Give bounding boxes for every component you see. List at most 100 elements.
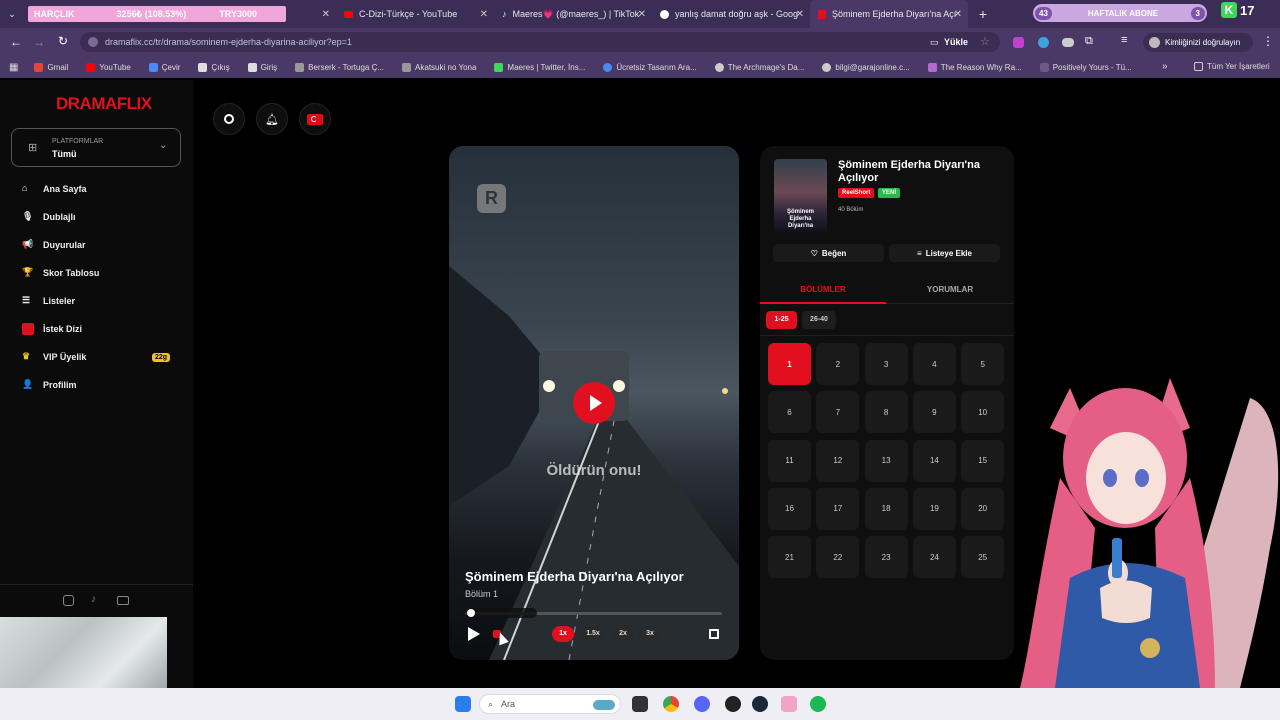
extension-icon-3[interactable] bbox=[1062, 38, 1074, 47]
app-icon[interactable] bbox=[781, 696, 797, 712]
episode-button[interactable]: 14 bbox=[912, 439, 956, 482]
episode-button[interactable]: 2 bbox=[816, 343, 860, 385]
nav-istek-dizi[interactable]: İstek Dizi bbox=[22, 323, 82, 335]
episode-button[interactable]: 8 bbox=[864, 391, 908, 434]
bookmark-archmage[interactable]: The Archmage's Da... bbox=[714, 62, 804, 72]
apps-grid-icon[interactable]: ▦ bbox=[9, 62, 18, 73]
close-icon[interactable]: ✕ bbox=[480, 9, 488, 20]
forward-icon[interactable]: → bbox=[33, 35, 45, 49]
episode-button[interactable]: 7 bbox=[816, 391, 860, 434]
bookmark-giris[interactable]: Giriş bbox=[247, 62, 277, 72]
episode-button[interactable]: 1 bbox=[768, 343, 811, 385]
bookmark-maeres[interactable]: Maeres | Twitter, İns... bbox=[494, 62, 585, 72]
obs-icon[interactable] bbox=[725, 696, 741, 712]
notifications-button[interactable]: 🔔︎ bbox=[256, 103, 288, 135]
nav-vip[interactable]: ♛ VIP Üyelik 22g bbox=[22, 351, 170, 363]
discord-icon[interactable] bbox=[694, 696, 710, 712]
youtube-icon[interactable] bbox=[117, 596, 129, 605]
episode-button[interactable]: 16 bbox=[768, 487, 811, 530]
episode-button[interactable]: 6 bbox=[768, 391, 811, 434]
site-info-icon[interactable] bbox=[88, 37, 98, 47]
search-button[interactable] bbox=[213, 103, 245, 135]
bookmark-akatsuki[interactable]: Akatsuki no Yona bbox=[402, 62, 476, 72]
range-26-40[interactable]: 26-40 bbox=[802, 311, 836, 329]
speed-3x[interactable]: 3x bbox=[639, 626, 661, 642]
poster-image[interactable]: Şöminem Ejderha Diyarı'na bbox=[774, 159, 827, 232]
star-icon[interactable]: ☆ bbox=[980, 35, 990, 48]
episode-button[interactable]: 17 bbox=[816, 487, 860, 530]
range-1-25[interactable]: 1-25 bbox=[766, 311, 797, 329]
play-control[interactable] bbox=[468, 627, 480, 641]
reload-icon[interactable]: ↻ bbox=[58, 34, 68, 48]
episode-button[interactable]: 24 bbox=[912, 536, 956, 579]
fullscreen-icon[interactable] bbox=[709, 629, 719, 639]
close-icon[interactable]: ✕ bbox=[796, 9, 804, 20]
extension-icon-1[interactable] bbox=[1013, 37, 1024, 48]
tab-dramaflix-active[interactable]: Şöminem Ejderha Diyarı'na Açı ✕ bbox=[810, 0, 968, 28]
tab-tiktok[interactable]: ♪ Maeres💗 (@maeres_) | TikTok ✕ bbox=[494, 0, 652, 28]
language-button[interactable] bbox=[299, 103, 331, 135]
bookmarks-more-icon[interactable]: » bbox=[1162, 61, 1168, 72]
nav-duyurular[interactable]: 📢 Duyurular bbox=[22, 239, 86, 251]
speed-2x[interactable]: 2x bbox=[612, 626, 634, 642]
url-text[interactable]: dramaflix.cc/tr/drama/sominem-ejderha-di… bbox=[105, 37, 352, 47]
menu-dots-icon[interactable]: ⋮ bbox=[1262, 34, 1274, 48]
chrome-icon[interactable] bbox=[663, 696, 679, 712]
windows-start-icon[interactable] bbox=[455, 696, 471, 712]
episode-button[interactable]: 21 bbox=[768, 536, 811, 579]
add-to-list-button[interactable]: ≡ Listeye Ekle bbox=[889, 244, 1000, 262]
taskbar-search[interactable]: ⌕ Ara bbox=[479, 694, 621, 714]
episode-button[interactable]: 22 bbox=[816, 536, 860, 579]
episode-button[interactable]: 9 bbox=[912, 391, 956, 434]
episode-button[interactable]: 13 bbox=[864, 439, 908, 482]
puzzle-icon[interactable]: ⧉ bbox=[1085, 35, 1093, 48]
tab-comments[interactable]: YORUMLAR bbox=[886, 276, 1014, 304]
bookmark-reason[interactable]: The Reason Why Ra... bbox=[927, 62, 1022, 72]
close-icon[interactable]: ✕ bbox=[322, 9, 330, 20]
episode-button[interactable]: 5 bbox=[961, 343, 1005, 385]
spotify-icon[interactable] bbox=[810, 696, 826, 712]
nav-ana-sayfa[interactable]: ⌂ Ana Sayfa bbox=[22, 183, 87, 195]
episode-button[interactable]: 19 bbox=[912, 487, 956, 530]
bookmark-tasarim[interactable]: Ücretsiz Tasarım Ara... bbox=[603, 62, 697, 72]
taskview-icon[interactable] bbox=[632, 696, 648, 712]
close-icon[interactable]: ✕ bbox=[638, 9, 646, 20]
playlist-icon[interactable]: ≡ bbox=[1121, 34, 1127, 46]
install-label[interactable]: Yükle bbox=[944, 37, 968, 47]
site-logo[interactable]: DRAMAFLIX bbox=[56, 94, 152, 114]
episode-button[interactable]: 18 bbox=[864, 487, 908, 530]
bookmark-cevir[interactable]: Çevir bbox=[148, 62, 180, 72]
video-player[interactable]: R Öldürün onu! Şöminem Ejderha Diyarı'na… bbox=[449, 146, 739, 660]
episode-button[interactable]: 20 bbox=[961, 487, 1005, 530]
nav-listeler[interactable]: ☰ Listeler bbox=[22, 295, 75, 307]
tab-google[interactable]: yanlış damat doğru aşk - Goog ✕ bbox=[652, 0, 810, 28]
tab-episodes[interactable]: BÖLÜMLER bbox=[760, 276, 886, 304]
episode-button[interactable]: 3 bbox=[864, 343, 908, 385]
episode-button[interactable]: 23 bbox=[864, 536, 908, 579]
bookmark-garaj[interactable]: bilgi@garajonline.c... bbox=[822, 62, 910, 72]
episode-button[interactable]: 12 bbox=[816, 439, 860, 482]
episode-button[interactable]: 25 bbox=[961, 536, 1005, 579]
episode-button[interactable]: 10 bbox=[961, 391, 1005, 434]
big-play-button[interactable] bbox=[573, 382, 615, 424]
nav-skor-tablosu[interactable]: 🏆 Skor Tablosu bbox=[22, 267, 99, 279]
speed-1.5x[interactable]: 1.5x bbox=[581, 626, 605, 642]
bookmark-youtube[interactable]: YouTube bbox=[86, 62, 131, 72]
tiktok-icon[interactable]: ♪ bbox=[91, 594, 96, 605]
episode-button[interactable]: 11 bbox=[768, 439, 811, 482]
like-button[interactable]: ♡ Beğen bbox=[773, 244, 884, 262]
new-tab-button[interactable]: + bbox=[968, 0, 998, 28]
progress-knob[interactable] bbox=[467, 609, 475, 617]
tab-search-icon[interactable]: ⌄ bbox=[0, 0, 24, 28]
back-icon[interactable]: ← bbox=[10, 35, 22, 49]
platform-select[interactable]: ⊞ PLATFORMLAR Tümü ⌄ bbox=[11, 128, 181, 167]
tab-harclik[interactable]: HARÇLIK 3256₺ (108.53%) TRY3000 ✕ bbox=[24, 0, 336, 28]
bookmark-cikis[interactable]: Çıkış bbox=[198, 62, 230, 72]
extension-icon-2[interactable] bbox=[1038, 37, 1049, 48]
bookmark-positively[interactable]: Positively Yours - Tü... bbox=[1039, 62, 1132, 72]
bookmark-gmail[interactable]: Gmail bbox=[34, 62, 68, 72]
tab-youtube[interactable]: C-Dizi-Türkçe - YouTube ✕ bbox=[336, 0, 494, 28]
instagram-icon[interactable] bbox=[63, 595, 74, 606]
url-bar[interactable]: dramaflix.cc/tr/drama/sominem-ejderha-di… bbox=[80, 32, 1000, 52]
episode-button[interactable]: 15 bbox=[961, 439, 1005, 482]
